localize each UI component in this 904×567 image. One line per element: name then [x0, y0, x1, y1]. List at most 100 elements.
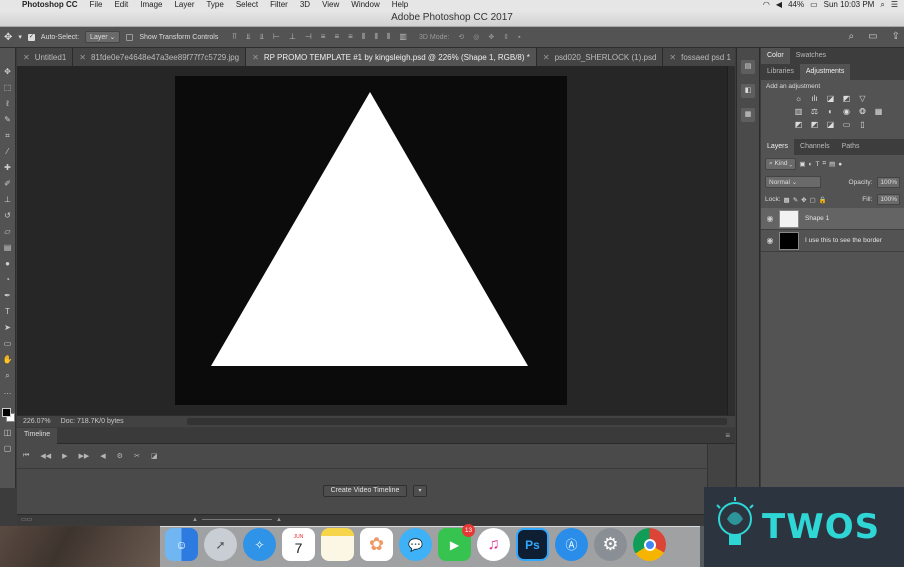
- fill-input[interactable]: 100%: [877, 194, 900, 205]
- tab-color[interactable]: Color: [761, 48, 790, 64]
- volume-icon[interactable]: ◀: [776, 0, 782, 9]
- align-top-icon[interactable]: ⫪: [232, 32, 237, 42]
- gradient-map-icon[interactable]: ▭: [841, 120, 852, 129]
- lock-position-icon[interactable]: ✥: [801, 196, 806, 204]
- panel-menu-icon[interactable]: ≡: [725, 431, 730, 440]
- color-balance-icon[interactable]: ⚖: [809, 107, 820, 116]
- close-icon[interactable]: ✕: [669, 53, 676, 62]
- itunes-icon[interactable]: ♫: [477, 528, 510, 561]
- lasso-tool-icon[interactable]: ℓ: [2, 98, 14, 109]
- lock-transparent-icon[interactable]: ▩: [784, 196, 790, 204]
- finder-icon[interactable]: ☺: [165, 528, 198, 561]
- tab-jpg[interactable]: ✕ 81fde0e7e4648e47a3ee89f77f7c5729.jpg: [73, 48, 247, 66]
- opacity-input[interactable]: 100%: [877, 176, 900, 188]
- tab-sherlock[interactable]: ✕ psd020_SHERLOCK (1).psd: [536, 48, 664, 66]
- layer-thumbnail[interactable]: [779, 231, 799, 250]
- properties-panel-icon[interactable]: ◧: [741, 84, 755, 98]
- zoom-tool-icon[interactable]: ⌕: [2, 370, 14, 381]
- tab-swatches[interactable]: Swatches: [790, 48, 832, 64]
- menu-help[interactable]: Help: [386, 0, 414, 9]
- quick-mask-icon[interactable]: ◫: [2, 427, 14, 438]
- filter-adjustment-icon[interactable]: ◐: [809, 161, 813, 168]
- layer-name[interactable]: Shape 1: [805, 215, 829, 222]
- launchpad-icon[interactable]: ➚: [204, 528, 237, 561]
- vertical-scrollbar[interactable]: [727, 66, 735, 415]
- render-icon[interactable]: ▭▭: [21, 516, 32, 523]
- horizontal-scrollbar[interactable]: [187, 418, 727, 425]
- search-icon[interactable]: ⌕: [849, 31, 855, 42]
- filter-toggle-icon[interactable]: ●: [838, 161, 842, 168]
- tab-rp-promo[interactable]: ✕ RP PROMO TEMPLATE #1 by kingsleigh.psd …: [246, 48, 537, 66]
- filter-type-icon[interactable]: T: [815, 161, 819, 168]
- menu-window[interactable]: Window: [345, 0, 385, 9]
- auto-align-icon[interactable]: ▥: [399, 32, 407, 42]
- 3d-scale-icon[interactable]: ▪: [518, 34, 520, 41]
- zoom-track[interactable]: [201, 519, 273, 520]
- menu-file[interactable]: File: [84, 0, 109, 9]
- spotlight-icon[interactable]: ⌕: [880, 0, 884, 9]
- auto-select-checkbox[interactable]: ✓: [27, 33, 35, 41]
- align-vcenter-icon[interactable]: ⫫: [246, 32, 251, 42]
- move-tool-icon[interactable]: ✥: [2, 66, 14, 77]
- visibility-eye-icon[interactable]: ◉: [761, 236, 779, 245]
- split-scissors-icon[interactable]: ✂: [134, 452, 140, 460]
- play-icon[interactable]: ▶: [62, 452, 67, 460]
- tab-channels[interactable]: Channels: [794, 139, 836, 155]
- hue-saturation-icon[interactable]: ▥: [793, 107, 804, 116]
- menu-image[interactable]: Image: [134, 0, 168, 9]
- distribute-bottom-icon[interactable]: ≡: [348, 32, 353, 42]
- tab-adjustments[interactable]: Adjustments: [799, 64, 851, 80]
- healing-brush-tool-icon[interactable]: ✚: [2, 162, 14, 173]
- history-brush-tool-icon[interactable]: ↺: [2, 210, 14, 221]
- triangle-shape[interactable]: [211, 92, 528, 366]
- eraser-tool-icon[interactable]: ▱: [2, 226, 14, 237]
- layer-name[interactable]: I use this to see the border: [805, 237, 882, 244]
- layer-row-shape-1[interactable]: ◉ Shape 1: [761, 208, 904, 230]
- doc-size[interactable]: Doc: 718.7K/0 bytes: [61, 418, 124, 425]
- battery-icon[interactable]: ▭: [810, 0, 818, 9]
- notification-center-icon[interactable]: ☰: [891, 0, 898, 9]
- tab-fossaed[interactable]: ✕ fossaed psd 1: [663, 48, 735, 66]
- menu-app[interactable]: Photoshop CC: [16, 0, 84, 9]
- menu-layer[interactable]: Layer: [168, 0, 200, 9]
- black-white-icon[interactable]: ◐: [825, 107, 836, 116]
- mute-icon[interactable]: ◀: [100, 452, 105, 460]
- marquee-tool-icon[interactable]: ⬚: [2, 82, 14, 93]
- auto-select-dropdown[interactable]: Layer ⌄: [85, 31, 121, 43]
- clock[interactable]: Sun 10:03 PM: [824, 0, 875, 9]
- tab-libraries[interactable]: Libraries: [761, 64, 800, 80]
- align-bottom-icon[interactable]: ⫫: [259, 32, 264, 42]
- layer-thumbnail[interactable]: [779, 209, 799, 228]
- timeline-zoom-slider[interactable]: ▲ ▲: [192, 517, 282, 523]
- distribute-left-icon[interactable]: ⦀: [362, 32, 366, 42]
- photoshop-icon[interactable]: Ps: [516, 528, 549, 561]
- curves-icon[interactable]: ◪: [825, 94, 836, 103]
- more-tools-icon[interactable]: …: [2, 386, 14, 397]
- align-left-icon[interactable]: ⊢: [273, 32, 280, 42]
- tool-preset-dropdown-icon[interactable]: ▾: [18, 33, 22, 41]
- menu-3d[interactable]: 3D: [294, 0, 316, 9]
- lock-image-icon[interactable]: ✎: [793, 196, 798, 204]
- lock-artboard-icon[interactable]: ▢: [810, 196, 816, 204]
- previous-frame-icon[interactable]: ◀◀: [40, 452, 51, 460]
- 3d-roll-icon[interactable]: ◎: [473, 33, 479, 41]
- foreground-color-swatch[interactable]: [1, 408, 11, 417]
- tab-layers[interactable]: Layers: [761, 139, 795, 155]
- hand-tool-icon[interactable]: ✋: [2, 354, 14, 365]
- menu-filter[interactable]: Filter: [264, 0, 294, 9]
- transform-controls-checkbox[interactable]: [126, 33, 134, 41]
- filter-shape-icon[interactable]: ⌗: [822, 160, 826, 168]
- distribute-right-icon[interactable]: ⦀: [387, 32, 391, 42]
- align-hcenter-icon[interactable]: ⊥: [289, 32, 296, 42]
- tab-untitled1[interactable]: ✕ Untitled1: [17, 48, 74, 66]
- layer-kind-filter[interactable]: ⌕ Kind ⌄: [765, 158, 797, 170]
- distribute-hcenter-icon[interactable]: ⦀: [374, 32, 378, 42]
- close-icon[interactable]: ✕: [252, 53, 259, 62]
- pen-tool-icon[interactable]: ✒: [2, 290, 14, 301]
- gradient-tool-icon[interactable]: ▤: [2, 242, 14, 253]
- layer-row-border[interactable]: ◉ I use this to see the border: [761, 230, 904, 252]
- menu-edit[interactable]: Edit: [108, 0, 134, 9]
- wifi-icon[interactable]: ◠: [763, 0, 770, 9]
- create-video-timeline-button[interactable]: Create Video Timeline: [323, 485, 407, 497]
- filter-pixel-icon[interactable]: ▣: [799, 160, 805, 168]
